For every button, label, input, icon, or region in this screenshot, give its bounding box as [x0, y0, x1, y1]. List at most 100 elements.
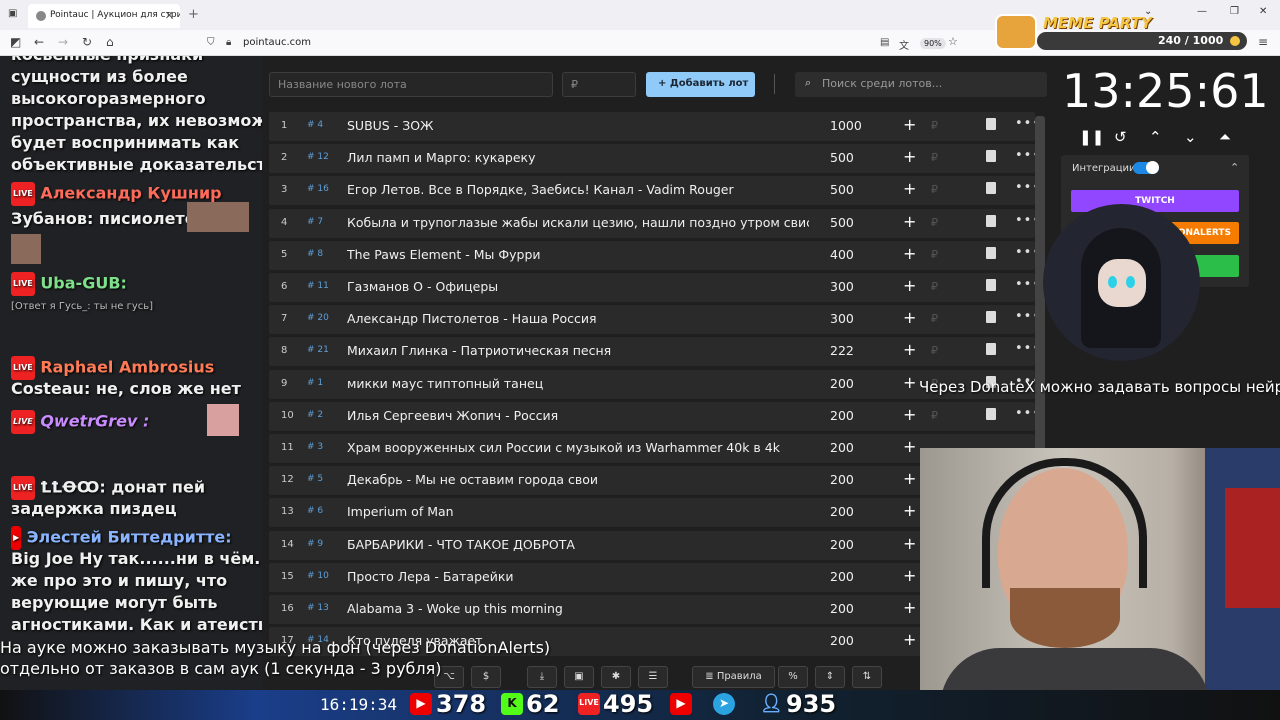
- add-amount-icon[interactable]: +: [903, 534, 916, 553]
- add-amount-icon[interactable]: +: [903, 437, 916, 456]
- lot-row[interactable]: 2 # 12 Лил памп и Марго: кукареку 500 + ₽ •••: [269, 144, 1040, 174]
- lot-amount[interactable]: 200: [830, 472, 854, 487]
- lot-amount[interactable]: 500: [830, 182, 854, 197]
- lot-name[interactable]: The Paws Element - Мы Фурри: [347, 247, 809, 262]
- reader-icon[interactable]: ▤: [880, 37, 889, 48]
- ruble-icon[interactable]: ₽: [931, 409, 938, 422]
- delete-icon[interactable]: [986, 150, 996, 163]
- lot-amount[interactable]: 222: [830, 343, 854, 358]
- lot-name[interactable]: SUBUS - ЗОЖ: [347, 118, 809, 133]
- lot-amount[interactable]: 1000: [830, 118, 862, 133]
- delete-icon[interactable]: [986, 182, 996, 195]
- reload-icon[interactable]: ↻: [82, 35, 92, 49]
- collapse-icon[interactable]: ⌃: [1230, 161, 1239, 174]
- delete-icon[interactable]: [986, 407, 996, 420]
- lot-row[interactable]: 5 # 8 The Paws Element - Мы Фурри 400 + ₽ •••: [269, 240, 1040, 270]
- ruble-icon[interactable]: ₽: [931, 119, 938, 132]
- timer-down-icon[interactable]: ⌄: [1184, 128, 1197, 146]
- lot-row[interactable]: 3 # 16 Егор Летов. Все в Порядке, Заебись!…: [269, 176, 1040, 206]
- back-icon[interactable]: ←: [34, 35, 44, 49]
- forward-icon[interactable]: →: [58, 35, 68, 49]
- lot-name[interactable]: Александр Пистолетов - Наша Россия: [347, 311, 809, 326]
- new-tab-icon[interactable]: +: [188, 7, 199, 22]
- add-amount-icon[interactable]: +: [903, 598, 916, 617]
- add-amount-icon[interactable]: +: [903, 630, 916, 649]
- lot-amount[interactable]: 200: [830, 376, 854, 391]
- lot-amount[interactable]: 200: [830, 633, 854, 648]
- history-button[interactable]: ☰: [638, 666, 668, 688]
- add-amount-icon[interactable]: +: [903, 469, 916, 488]
- add-amount-icon[interactable]: +: [903, 373, 916, 392]
- ruble-icon[interactable]: ₽: [931, 248, 938, 261]
- zoom-level[interactable]: 90%: [920, 38, 946, 49]
- add-amount-icon[interactable]: +: [903, 566, 916, 585]
- lot-amount[interactable]: 200: [830, 537, 854, 552]
- rules-button[interactable]: ≣ Правила: [692, 666, 775, 688]
- pause-icon[interactable]: ❚❚: [1079, 128, 1104, 146]
- lot-amount[interactable]: 400: [830, 247, 854, 262]
- lot-amount[interactable]: 300: [830, 311, 854, 326]
- lot-name[interactable]: Михаил Глинка - Патриотическая песня: [347, 343, 809, 358]
- tab-list-icon[interactable]: ▣: [8, 8, 17, 19]
- lot-name[interactable]: БАРБАРИКИ - ЧТО ТАКОЕ ДОБРОТА: [347, 537, 809, 552]
- home-icon[interactable]: ⌂: [106, 35, 114, 49]
- url-field[interactable]: pointauc.com: [243, 37, 311, 48]
- percent-button[interactable]: %: [778, 666, 808, 688]
- save-button[interactable]: ▣: [564, 666, 594, 688]
- timer-up-icon[interactable]: ⌃: [1149, 128, 1162, 146]
- delete-icon[interactable]: [986, 246, 996, 259]
- bookmark-star-icon[interactable]: ☆: [948, 35, 958, 48]
- delete-icon[interactable]: [986, 343, 996, 356]
- lot-name[interactable]: Alabama 3 - Woke up this morning: [347, 601, 809, 616]
- lot-name[interactable]: Кобыла и трупоглазые жабы искали цезию, …: [347, 215, 809, 230]
- add-amount-icon[interactable]: +: [903, 308, 916, 327]
- add-lot-button[interactable]: + Добавить лот: [646, 72, 755, 97]
- lot-name[interactable]: Егор Летов. Все в Порядке, Заебись! Кана…: [347, 182, 809, 197]
- lot-amount[interactable]: 500: [830, 215, 854, 230]
- lot-name-input[interactable]: Название нового лота: [269, 72, 553, 97]
- add-amount-icon[interactable]: +: [903, 276, 916, 295]
- lot-row[interactable]: 10 # 2 Илья Сергеевич Жопич - Россия 200 + ₽ •…: [269, 401, 1040, 431]
- reset-icon[interactable]: ↺: [1114, 128, 1127, 146]
- split-button[interactable]: ⇕: [815, 666, 845, 688]
- lot-amount[interactable]: 300: [830, 279, 854, 294]
- close-tab-icon[interactable]: ✕: [165, 9, 174, 22]
- lot-row[interactable]: 8 # 21 Михаил Глинка - Патриотическая песн…: [269, 337, 1040, 367]
- add-amount-icon[interactable]: +: [903, 244, 916, 263]
- lot-name[interactable]: Храм вооруженных сил России с музыкой из…: [347, 440, 809, 455]
- lot-name[interactable]: Просто Лера - Батарейки: [347, 569, 809, 584]
- lot-amount[interactable]: 200: [830, 569, 854, 584]
- ruble-icon[interactable]: ₽: [931, 151, 938, 164]
- lot-row[interactable]: 6 # 11 Газманов О - Офицеры 300 + ₽ •••: [269, 273, 1040, 302]
- shield-icon[interactable]: ⛉: [207, 37, 215, 48]
- lot-name[interactable]: микки маус типтопный танец: [347, 376, 809, 391]
- lot-amount[interactable]: 200: [830, 504, 854, 519]
- delete-icon[interactable]: [986, 279, 996, 291]
- lot-row[interactable]: 1 # 4 SUBUS - ЗОЖ 1000 + ₽ •••: [269, 112, 1040, 141]
- add-amount-icon[interactable]: +: [903, 147, 916, 166]
- lot-search-input[interactable]: ⌕ Поиск среди лотов...: [795, 72, 1047, 97]
- ruble-icon[interactable]: ₽: [931, 344, 938, 357]
- add-amount-icon[interactable]: +: [903, 212, 916, 231]
- ruble-icon[interactable]: ₽: [931, 216, 938, 229]
- lot-row[interactable]: 7 # 20 Александр Пистолетов - Наша Россия 3…: [269, 305, 1040, 335]
- bug-button[interactable]: ✱: [601, 666, 631, 688]
- list-scrollbar[interactable]: [1035, 116, 1045, 502]
- sidebar-icon[interactable]: ◩: [10, 35, 21, 49]
- lot-name[interactable]: Imperium of Man: [347, 504, 809, 519]
- lot-name[interactable]: Газманов О - Офицеры: [347, 279, 809, 294]
- add-amount-icon[interactable]: +: [903, 405, 916, 424]
- lot-name[interactable]: Декабрь - Мы не оставим города свои: [347, 472, 809, 487]
- add-amount-icon[interactable]: +: [903, 115, 916, 134]
- delete-icon[interactable]: [986, 118, 996, 130]
- lot-amount[interactable]: 200: [830, 440, 854, 455]
- delete-icon[interactable]: [986, 311, 996, 324]
- add-amount-icon[interactable]: +: [903, 179, 916, 198]
- browser-tab[interactable]: Pointauc | Аукцион для стримеров ✕: [28, 4, 180, 28]
- timer-double-up-icon[interactable]: ⏶: [1219, 128, 1231, 146]
- ruble-icon[interactable]: ₽: [931, 183, 938, 196]
- delete-icon[interactable]: [986, 214, 996, 227]
- ruble-icon[interactable]: ₽: [931, 312, 938, 325]
- translate-icon[interactable]: 文: [899, 37, 909, 52]
- ruble-icon[interactable]: ₽: [931, 280, 938, 293]
